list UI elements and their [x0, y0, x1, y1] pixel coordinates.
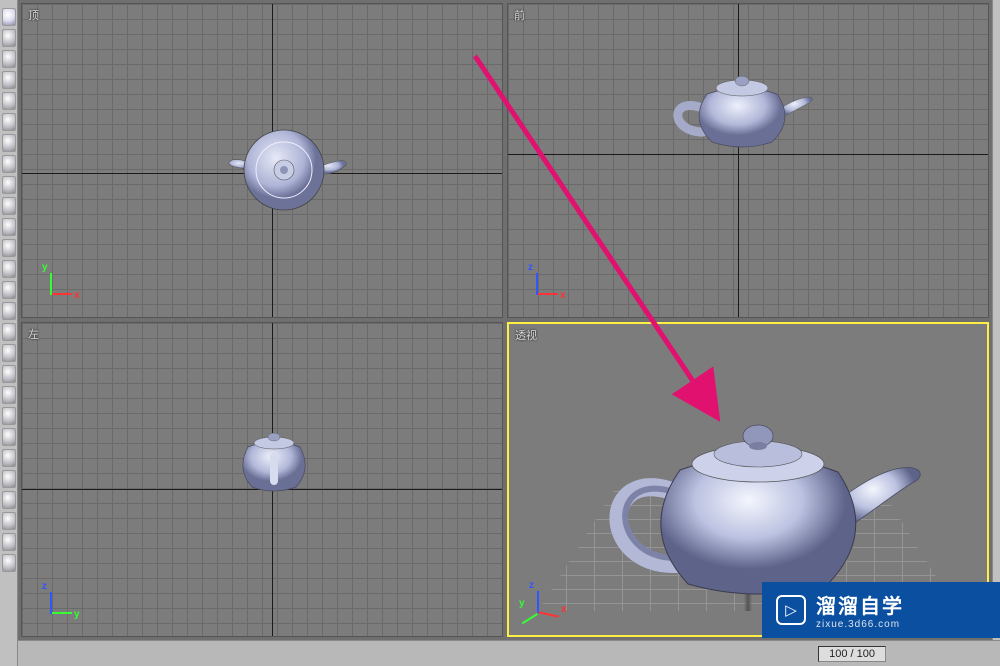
tool-link-icon[interactable] — [2, 92, 16, 110]
teapot-object[interactable] — [657, 54, 827, 164]
tool-array-icon[interactable] — [2, 239, 16, 257]
tool-extra5-icon[interactable] — [2, 491, 16, 509]
frame-indicator: 100 / 100 — [818, 646, 886, 662]
tool-layer-icon[interactable] — [2, 344, 16, 362]
tool-extra2-icon[interactable] — [2, 428, 16, 446]
tool-extra4-icon[interactable] — [2, 470, 16, 488]
right-panel-edge[interactable] — [992, 0, 1000, 640]
watermark-banner: ▷ 溜溜自学 zixue.3d66.com — [762, 582, 1000, 638]
tool-graph-icon[interactable] — [2, 386, 16, 404]
tool-move-icon[interactable] — [2, 29, 16, 47]
tool-extra7-icon[interactable] — [2, 533, 16, 551]
tool-rotate-icon[interactable] — [2, 50, 16, 68]
tool-render-icon[interactable] — [2, 281, 16, 299]
tool-light-icon[interactable] — [2, 323, 16, 341]
axis-gizmo: y z — [50, 574, 90, 614]
teapot-object[interactable] — [224, 110, 354, 230]
viewport-top[interactable]: 顶 x — [21, 3, 503, 318]
viewport-label: 前 — [514, 7, 525, 23]
teapot-object[interactable] — [224, 417, 324, 502]
tool-extra8-icon[interactable] — [2, 554, 16, 572]
axis-gizmo: x z y — [537, 573, 577, 613]
tool-snap-icon[interactable] — [2, 155, 16, 173]
tool-angle-icon[interactable] — [2, 176, 16, 194]
tool-scale-icon[interactable] — [2, 71, 16, 89]
tool-bind-icon[interactable] — [2, 113, 16, 131]
tool-mirror-icon[interactable] — [2, 197, 16, 215]
main-toolbar — [0, 0, 18, 666]
watermark-title: 溜溜自学 — [816, 590, 904, 619]
viewport-grid: 顶 x — [18, 0, 992, 640]
tool-named-icon[interactable] — [2, 365, 16, 383]
tool-extra6-icon[interactable] — [2, 512, 16, 530]
axis-gizmo: x z — [536, 255, 576, 295]
tool-select-icon[interactable] — [2, 8, 16, 26]
tool-isolate-icon[interactable] — [2, 134, 16, 152]
app-root: 顶 x — [0, 0, 1000, 666]
viewport-label: 左 — [28, 326, 39, 342]
viewport-label: 透视 — [515, 327, 537, 343]
tool-extra3-icon[interactable] — [2, 449, 16, 467]
viewport-front[interactable]: 前 x z — [507, 3, 989, 318]
tool-extra1-icon[interactable] — [2, 407, 16, 425]
tool-align-icon[interactable] — [2, 218, 16, 236]
tool-material-icon[interactable] — [2, 260, 16, 278]
viewport-label: 顶 — [28, 7, 39, 23]
axis-gizmo: x y — [50, 255, 90, 295]
tool-camera-icon[interactable] — [2, 302, 16, 320]
status-bar: 100 / 100 — [18, 640, 1000, 666]
viewport-left[interactable]: 左 y z — [21, 322, 503, 637]
watermark-subtitle: zixue.3d66.com — [816, 619, 904, 630]
play-icon: ▷ — [776, 595, 806, 625]
